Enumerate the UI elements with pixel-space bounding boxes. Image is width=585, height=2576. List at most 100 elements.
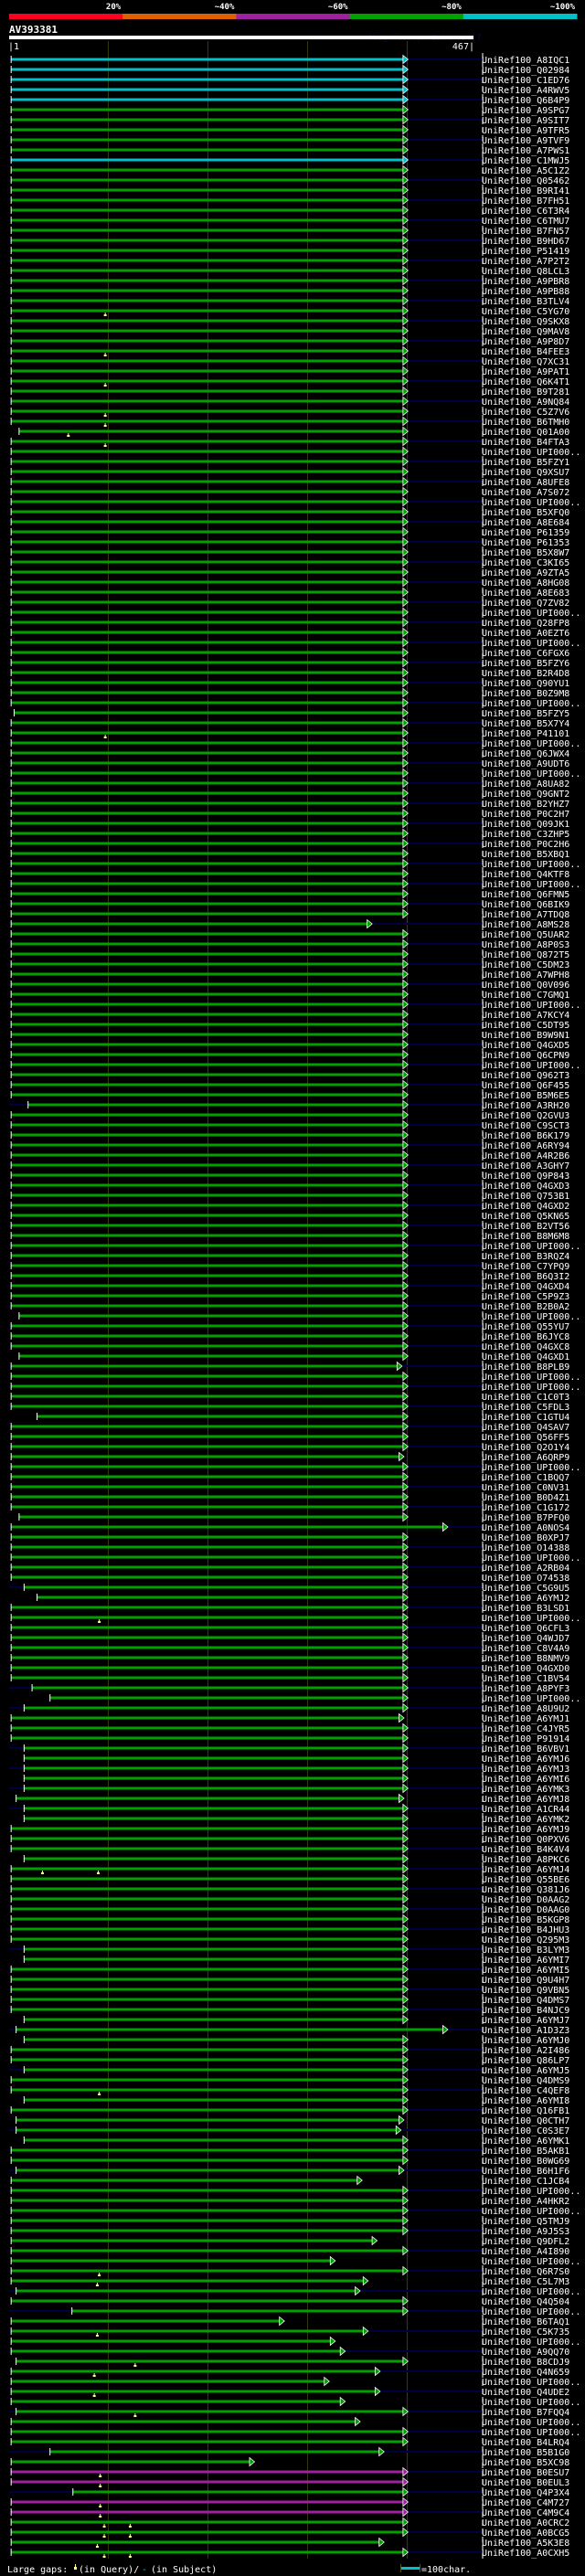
hit-label[interactable]: UniRef100_D0AAG2 — [482, 1895, 569, 1905]
alignment-row[interactable]: UniRef100_UPI000.. — [10, 446, 581, 459]
alignment-row[interactable]: UniRef100_A1D3Z3 — [9, 2024, 569, 2037]
alignment-row[interactable]: UniRef100_B6K179 — [10, 1129, 570, 1142]
hit-label[interactable]: UniRef100_Q9MAV8 — [482, 327, 569, 337]
hit-label[interactable]: UniRef100_Q4GXD3 — [482, 1182, 569, 1192]
alignment-row[interactable]: UniRef100_A6YMK3 — [9, 1783, 569, 1796]
hit-label[interactable]: UniRef100_A8UA82 — [482, 779, 569, 790]
alignment-row[interactable]: UniRef100_B8PLB9 — [9, 1361, 569, 1373]
alignment-row[interactable]: UniRef100_C7YPQ9 — [9, 1260, 569, 1273]
hit-label[interactable]: UniRef100_Q6F455 — [482, 1081, 569, 1091]
hit-label[interactable]: UniRef100_A6YMI5 — [482, 1966, 569, 1976]
hit-label[interactable]: UniRef100_A9SIT7 — [482, 116, 569, 126]
alignment-row[interactable]: UniRef100_A2I486 — [9, 2044, 569, 2057]
hit-label[interactable]: UniRef100_A4HKR2 — [482, 2197, 569, 2207]
alignment-row[interactable]: UniRef100_Q9U4H7 — [10, 1974, 570, 1987]
hit-label[interactable]: UniRef100_A7S072 — [482, 488, 569, 498]
hit-label[interactable]: UniRef100_A6YMJ7 — [482, 2016, 569, 2026]
alignment-row[interactable]: UniRef100_UPI000.. — [10, 1552, 581, 1564]
hit-label[interactable]: UniRef100_UPI000.. — [482, 1061, 580, 1071]
alignment-row[interactable]: UniRef100_UPI000.. — [10, 2336, 581, 2348]
alignment-row[interactable]: UniRef100_B5B1G0 — [9, 2446, 569, 2459]
hit-label[interactable]: UniRef100_Q9U4H7 — [482, 1976, 569, 1986]
hit-label[interactable]: UniRef100_A8E683 — [482, 588, 569, 599]
hit-label[interactable]: UniRef100_C1C0T3 — [482, 1393, 569, 1403]
alignment-row[interactable]: UniRef100_C6T3R4 — [10, 205, 570, 217]
alignment-row[interactable]: UniRef100_Q9VBN5 — [9, 1984, 569, 1997]
alignment-row[interactable]: UniRef100_D0AAG0 — [9, 1903, 569, 1916]
alignment-row[interactable]: UniRef100_UPI000.. — [9, 637, 580, 650]
alignment-row[interactable]: UniRef100_B4FTA3 — [9, 436, 569, 449]
alignment-row[interactable]: UniRef100_A9SIT7 — [9, 114, 569, 127]
hit-label[interactable]: UniRef100_UPI000.. — [482, 2337, 580, 2348]
hit-label[interactable]: UniRef100_A8PKC6 — [482, 1855, 569, 1865]
hit-label[interactable]: UniRef100_Q9GNT2 — [482, 790, 569, 800]
hit-label[interactable]: UniRef100_B6Q3I2 — [482, 1272, 569, 1282]
hit-label[interactable]: UniRef100_C5FDL3 — [482, 1403, 569, 1413]
hit-label[interactable]: UniRef100_A8U9U2 — [482, 1704, 569, 1714]
hit-label[interactable]: UniRef100_A6YMK1 — [482, 2136, 569, 2147]
alignment-row[interactable]: UniRef100_C5YG70 — [10, 305, 570, 318]
alignment-row[interactable]: UniRef100_B6Q3I2 — [10, 1270, 570, 1283]
alignment-row[interactable]: UniRef100_UPI000.. — [9, 496, 580, 509]
alignment-row[interactable]: UniRef100_Q4P3X4 — [9, 2486, 569, 2499]
alignment-row[interactable]: UniRef100_C1ED76 — [9, 74, 569, 87]
hit-label[interactable]: UniRef100_B6JYC8 — [482, 1332, 569, 1342]
hit-label[interactable]: UniRef100_Q4N659 — [482, 2368, 569, 2378]
alignment-row[interactable]: UniRef100_B9W9N1 — [10, 1029, 570, 1042]
hit-label[interactable]: UniRef100_C5YG70 — [482, 307, 569, 317]
alignment-row[interactable]: UniRef100_B6TAQ1 — [10, 2316, 570, 2328]
alignment-row[interactable]: UniRef100_C5DM23 — [9, 959, 569, 971]
hit-label[interactable]: UniRef100_A6YMJ8 — [482, 1795, 569, 1805]
alignment-row[interactable]: UniRef100_Q5UAR2 — [10, 928, 570, 941]
alignment-row[interactable]: UniRef100_Q6CFL3 — [9, 1622, 569, 1635]
alignment-row[interactable]: UniRef100_Q4DMS9 — [10, 2074, 570, 2087]
alignment-row[interactable]: UniRef100_Q4GXD2 — [9, 1200, 569, 1213]
alignment-row[interactable]: UniRef100_A3RH20 — [9, 1099, 569, 1112]
hit-label[interactable]: UniRef100_Q0V096 — [482, 981, 569, 991]
alignment-row[interactable]: UniRef100_A3GHY7 — [9, 1160, 569, 1172]
hit-label[interactable]: UniRef100_A6YMJ0 — [482, 2036, 569, 2046]
hit-label[interactable]: UniRef100_C1BV54 — [482, 1674, 569, 1684]
alignment-row[interactable]: UniRef100_Q9GNT2 — [10, 788, 570, 800]
hit-label[interactable]: UniRef100_B9W9N1 — [482, 1031, 569, 1041]
hit-label[interactable]: UniRef100_Q5KN65 — [482, 1212, 569, 1222]
alignment-row[interactable]: UniRef100_C4M727 — [10, 2496, 570, 2509]
hit-label[interactable]: UniRef100_Q7XC31 — [482, 357, 569, 367]
hit-label[interactable]: UniRef100_UPI000.. — [482, 1242, 580, 1252]
alignment-row[interactable]: UniRef100_A8UFE8 — [9, 476, 569, 489]
hit-label[interactable]: UniRef100_UPI000.. — [482, 609, 580, 619]
hit-label[interactable]: UniRef100_Q4KTF8 — [482, 870, 569, 880]
alignment-row[interactable]: UniRef100_Q9SKX8 — [9, 315, 569, 328]
hit-label[interactable]: UniRef100_A2RB04 — [482, 1564, 569, 1574]
hit-label[interactable]: UniRef100_Q6R7S0 — [482, 2267, 569, 2277]
hit-label[interactable]: UniRef100_B5KGP8 — [482, 1915, 569, 1925]
alignment-row[interactable]: UniRef100_UPI000.. — [9, 2185, 580, 2198]
alignment-row[interactable]: UniRef100_A6YMJ2 — [37, 1592, 569, 1605]
hit-label[interactable]: UniRef100_UPI000.. — [482, 1383, 580, 1393]
alignment-row[interactable]: UniRef100_A5C1Z2 — [10, 164, 570, 177]
alignment-row[interactable]: UniRef100_Q295M3 — [10, 1934, 570, 1946]
alignment-row[interactable]: UniRef100_B3RQZ4 — [10, 1250, 570, 1263]
alignment-row[interactable]: UniRef100_C5L7M3 — [10, 2275, 570, 2288]
hit-label[interactable]: UniRef100_B6TAQ1 — [482, 2317, 569, 2327]
alignment-row[interactable]: UniRef100_A8E684 — [9, 516, 569, 529]
alignment-row[interactable]: UniRef100_B5FZY5 — [13, 707, 569, 720]
hit-label[interactable]: UniRef100_Q381J6 — [482, 1885, 569, 1895]
alignment-row[interactable]: UniRef100_B5XC98 — [10, 2456, 570, 2469]
alignment-row[interactable]: UniRef100_A6RY94 — [9, 1140, 569, 1152]
alignment-row[interactable]: UniRef100_C6FGX6 — [10, 647, 570, 660]
hit-label[interactable]: UniRef100_Q4GXD2 — [482, 1202, 569, 1212]
alignment-row[interactable]: UniRef100_B6TMH0 — [9, 416, 569, 429]
alignment-row[interactable]: UniRef100_A7S072 — [10, 486, 570, 499]
alignment-row[interactable]: UniRef100_B7FH51 — [9, 195, 569, 207]
hit-label[interactable]: UniRef100_Q4WJD7 — [482, 1634, 569, 1644]
alignment-row[interactable]: UniRef100_Q9P843 — [10, 1170, 570, 1182]
hit-label[interactable]: UniRef100_A9SPG7 — [482, 106, 569, 116]
alignment-row[interactable]: UniRef100_Q6CPN9 — [10, 1049, 570, 1062]
hit-label[interactable]: UniRef100_UPI000.. — [482, 699, 580, 709]
hit-label[interactable]: UniRef100_C1BQQ7 — [482, 1473, 569, 1483]
alignment-row[interactable]: UniRef100_B0EUL3 — [10, 2476, 570, 2489]
hit-label[interactable]: UniRef100_A7KCY4 — [482, 1011, 569, 1021]
hit-label[interactable]: UniRef100_UPI000.. — [482, 2307, 580, 2317]
hit-label[interactable]: UniRef100_A8MS28 — [482, 920, 569, 930]
